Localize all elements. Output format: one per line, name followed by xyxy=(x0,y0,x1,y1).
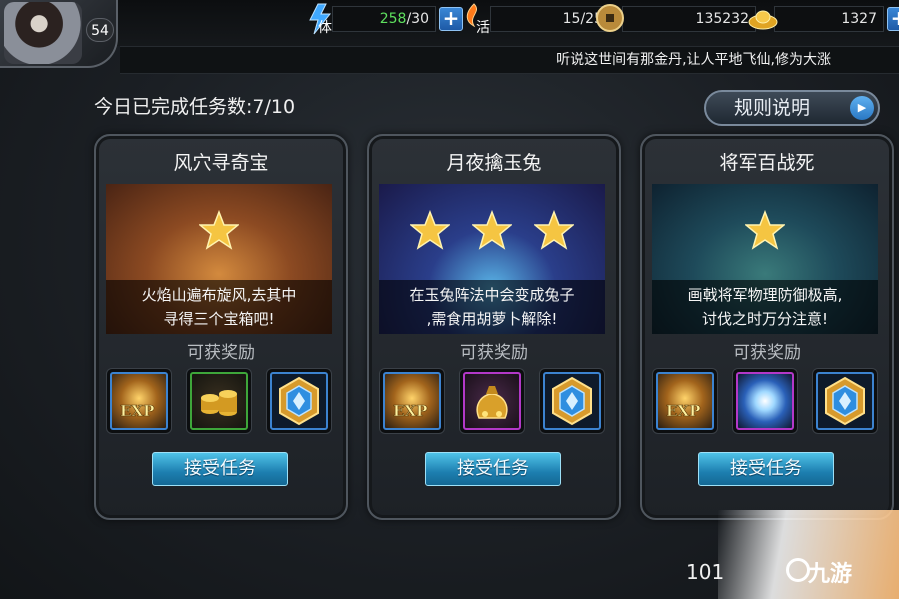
svg-text:EXP: EXP xyxy=(666,402,700,420)
reward-label: 可获奖励 xyxy=(460,343,528,363)
watermark-logo-icon xyxy=(786,558,810,582)
reward-slot[interactable] xyxy=(732,368,798,434)
stamina-stat: 体 258 /30 + xyxy=(304,2,463,36)
reward-label: 可获奖励 xyxy=(733,343,801,363)
vitality-current: 15 xyxy=(562,11,581,27)
reward-slots: EXP xyxy=(652,368,878,434)
vitality-stat: 活 15 /25 xyxy=(462,2,610,36)
copper-coin-icon xyxy=(594,2,628,36)
player-portrait-frame[interactable]: 54 xyxy=(0,0,118,68)
quest-scene-image: 火焰山遍布旋风,去其中 寻得三个宝箱吧! xyxy=(106,184,332,334)
quest-scene-image: 画戟将军物理防御极高, 讨伐之时万分注意! xyxy=(652,184,878,334)
exp-potion-icon: EXP xyxy=(110,372,168,430)
daily-completed-count: 今日已完成任务数:7/10 xyxy=(94,96,296,118)
svg-text:活: 活 xyxy=(476,20,490,36)
quest-description: 火焰山遍布旋风,去其中 寻得三个宝箱吧! xyxy=(106,280,332,334)
player-level-badge: 54 xyxy=(86,18,114,42)
difficulty-stars xyxy=(379,210,605,250)
stamina-lightning-icon: 体 xyxy=(304,2,338,36)
reward-label: 可获奖励 xyxy=(187,343,255,363)
quest-card-3: 将军百战死 画戟将军物理防御极高, 讨伐之时万分注意! 可获奖励 EXP 接受任… xyxy=(640,134,894,520)
quest-card-1: 风穴寻奇宝 火焰山遍布旋风,去其中 寻得三个宝箱吧! 可获奖励 EXP 接受任务 xyxy=(94,134,348,520)
reward-slot[interactable]: EXP xyxy=(106,368,172,434)
quest-card-2: 月夜擒玉兔 在玉兔阵法中会变成兔子 ,需食用胡萝卜解除! 可获奖励 EXP 接受… xyxy=(367,134,621,520)
vitality-value-box: 15 /25 xyxy=(490,6,610,32)
vitality-flame-icon: 活 xyxy=(462,2,496,36)
difficulty-stars xyxy=(106,210,332,250)
star-icon xyxy=(534,210,574,250)
gold-coins-stack-icon xyxy=(190,372,248,430)
exp-potion-icon: EXP xyxy=(383,372,441,430)
reward-slots: EXP xyxy=(106,368,332,434)
quest-title: 月夜擒玉兔 xyxy=(446,152,542,174)
rules-button-label: 规则说明 xyxy=(734,97,811,119)
glowing-orb-icon xyxy=(736,372,794,430)
accept-quest-button[interactable]: 接受任务 xyxy=(152,452,288,486)
coins-stat: 135232 xyxy=(594,2,756,36)
accept-quest-button[interactable]: 接受任务 xyxy=(698,452,834,486)
star-icon xyxy=(199,210,239,250)
reward-slot[interactable] xyxy=(266,368,332,434)
watermark-text: 九游 xyxy=(808,562,853,587)
svg-text:体: 体 xyxy=(318,20,332,36)
star-icon xyxy=(745,210,785,250)
quest-scene-image: 在玉兔阵法中会变成兔子 ,需食用胡萝卜解除! xyxy=(379,184,605,334)
play-arrow-icon: ▶ xyxy=(850,96,874,120)
reward-slot[interactable]: EXP xyxy=(379,368,445,434)
add-ingots-button[interactable]: + xyxy=(887,7,899,31)
rules-button[interactable]: 规则说明 ▶ xyxy=(704,90,880,126)
star-icon xyxy=(472,210,512,250)
blue-gem-medal-icon xyxy=(270,372,328,430)
reward-slots: EXP xyxy=(379,368,605,434)
ingots-stat: 1327 + xyxy=(746,5,899,33)
reward-slot[interactable] xyxy=(186,368,252,434)
reward-slot[interactable] xyxy=(539,368,605,434)
quest-description: 在玉兔阵法中会变成兔子 ,需食用胡萝卜解除! xyxy=(379,280,605,334)
blue-gem-medal-icon xyxy=(543,372,601,430)
news-ticker: 听说这世间有那金丹,让人平地飞仙,修为大涨 xyxy=(120,46,899,74)
star-icon xyxy=(410,210,450,250)
reward-slot[interactable] xyxy=(812,368,878,434)
stamina-value-box: 258 /30 xyxy=(332,6,436,32)
coins-value: 135232 xyxy=(695,11,749,27)
coins-value-box: 135232 xyxy=(622,6,756,32)
blue-gem-medal-icon xyxy=(816,372,874,430)
quest-description: 画戟将军物理防御极高, 讨伐之时万分注意! xyxy=(652,280,878,334)
svg-text:EXP: EXP xyxy=(393,402,427,420)
stamina-current: 258 xyxy=(379,11,407,27)
svg-text:EXP: EXP xyxy=(120,402,154,420)
player-avatar[interactable] xyxy=(4,2,82,64)
quest-title: 风穴寻奇宝 xyxy=(173,152,269,174)
gold-sack-icon xyxy=(463,372,521,430)
reward-slot[interactable] xyxy=(459,368,525,434)
stamina-max: /30 xyxy=(406,11,429,27)
quest-title: 将军百战死 xyxy=(719,152,815,174)
add-stamina-button[interactable]: + xyxy=(439,7,463,31)
reward-slot[interactable]: EXP xyxy=(652,368,718,434)
ingots-value-box: 1327 xyxy=(774,6,884,32)
ingots-value: 1327 xyxy=(841,11,877,27)
accept-quest-button[interactable]: 接受任务 xyxy=(425,452,561,486)
gold-ingot-icon xyxy=(746,2,780,36)
difficulty-stars xyxy=(652,210,878,250)
exp-potion-icon: EXP xyxy=(656,372,714,430)
